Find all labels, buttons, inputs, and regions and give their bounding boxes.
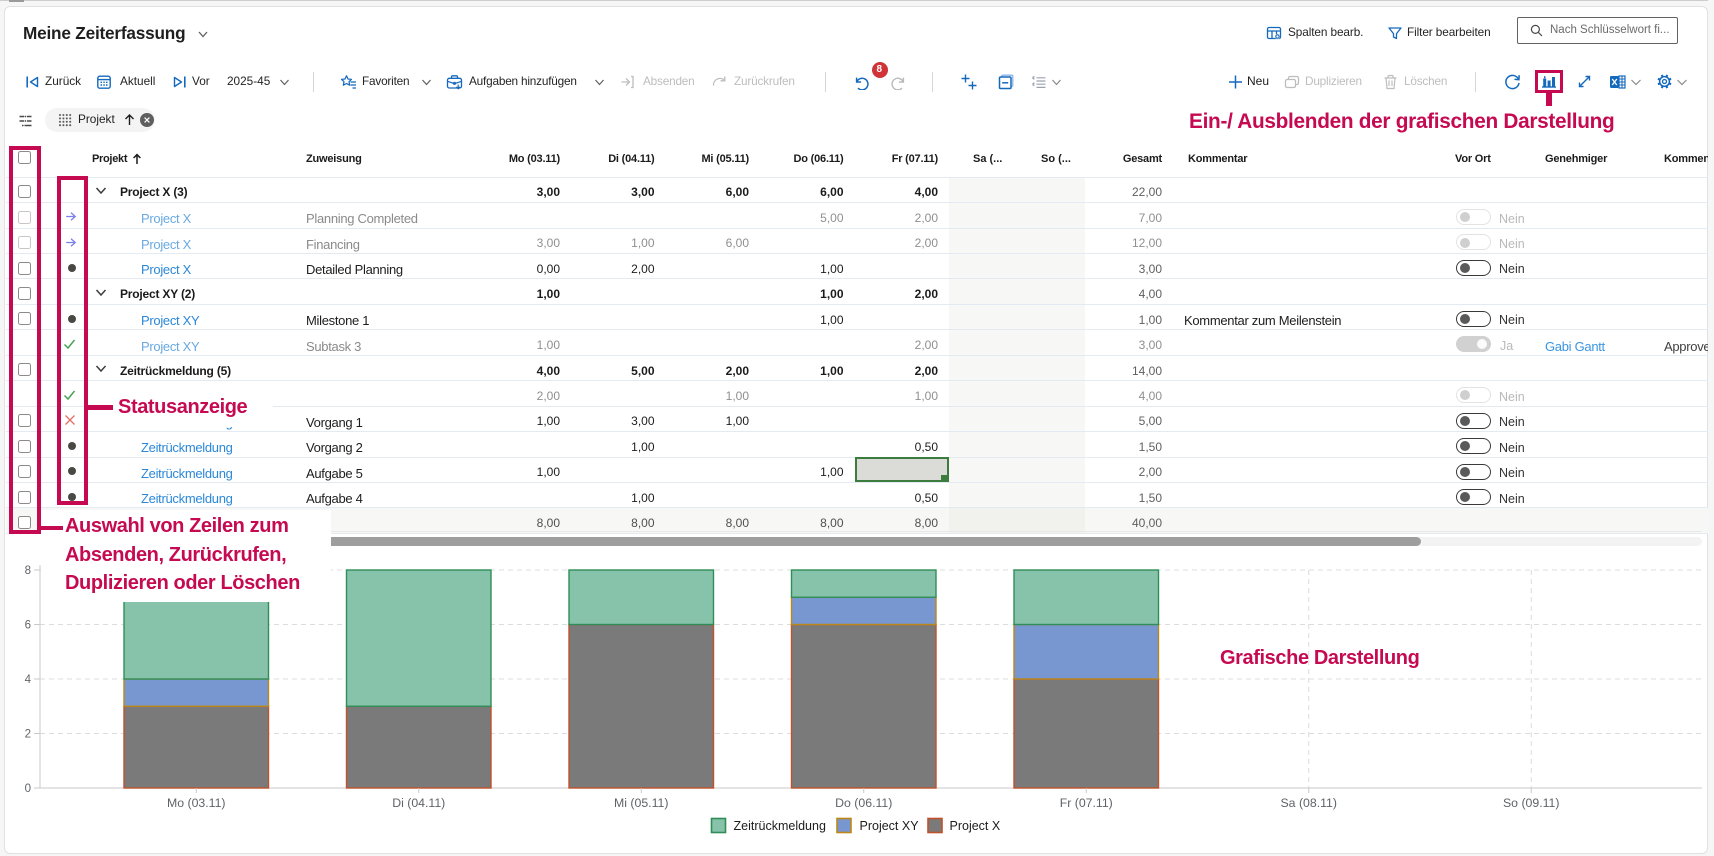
svg-text:Zeitrückmeldung: Zeitrückmeldung [734, 819, 826, 833]
svg-text:6: 6 [25, 620, 31, 632]
svg-text:4: 4 [25, 674, 32, 686]
svg-text:Di (04.11): Di (04.11) [392, 796, 445, 810]
svg-text:Mi (05.11): Mi (05.11) [614, 796, 668, 810]
svg-text:Mo (03.11): Mo (03.11) [167, 796, 226, 810]
svg-text:8: 8 [25, 565, 31, 577]
svg-text:2: 2 [25, 729, 31, 741]
svg-text:Sa (08.11): Sa (08.11) [1280, 796, 1337, 810]
svg-text:So (09.11): So (09.11) [1503, 796, 1560, 810]
svg-text:0: 0 [25, 783, 31, 795]
svg-text:Project X: Project X [950, 819, 1001, 833]
svg-text:Project XY: Project XY [860, 819, 920, 833]
svg-text:Do (06.11): Do (06.11) [835, 796, 892, 810]
svg-text:Fr (07.11): Fr (07.11) [1060, 796, 1113, 810]
